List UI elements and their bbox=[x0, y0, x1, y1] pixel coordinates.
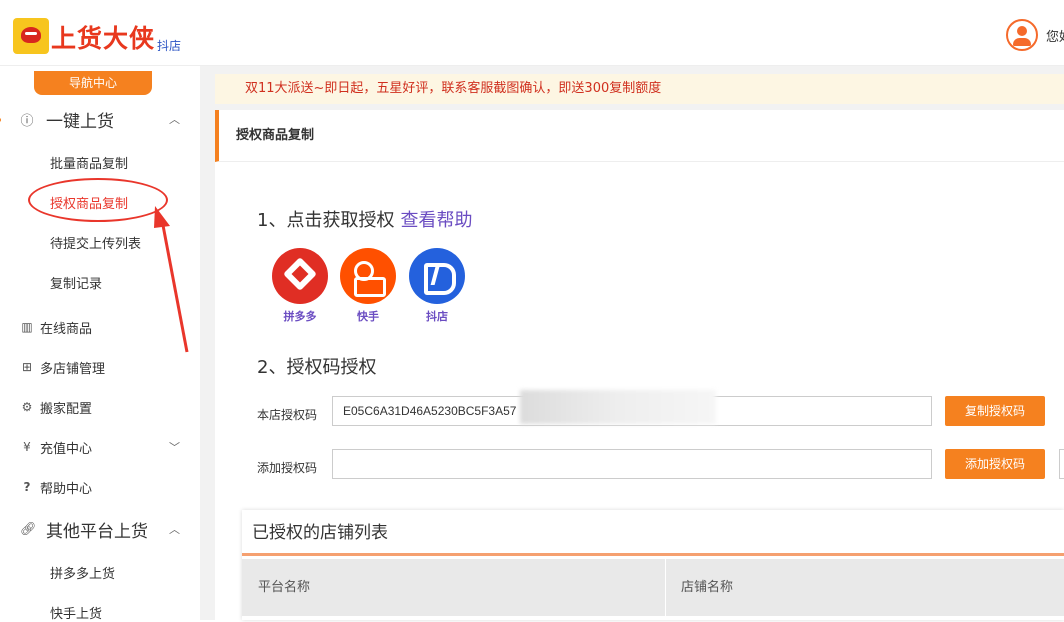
step1-heading: 1、点击获取授权 查看帮助 bbox=[257, 206, 472, 232]
column-header-platform: 平台名称 bbox=[258, 580, 311, 595]
pdd-logo-icon[interactable] bbox=[272, 248, 328, 304]
platform-label: 快手 bbox=[357, 310, 379, 323]
step1-title: 1、点击获取授权 bbox=[257, 210, 395, 231]
platform-doudian[interactable]: 抖店 bbox=[409, 248, 465, 324]
copy-code-button[interactable]: 复制授权码 bbox=[945, 396, 1045, 426]
column-header-shop: 店铺名称 bbox=[681, 580, 734, 595]
platform-kuaishou[interactable]: 快手 bbox=[340, 248, 396, 324]
shop-list-title: 已授权的店铺列表 bbox=[242, 510, 1064, 556]
help-link[interactable]: 查看帮助 bbox=[400, 210, 472, 231]
panel-title: 授权商品复制 bbox=[215, 110, 1064, 162]
store-code-label: 本店授权码 bbox=[257, 408, 318, 422]
blurred-code-mask bbox=[520, 390, 716, 424]
add-code-label: 添加授权码 bbox=[257, 461, 318, 475]
extra-button[interactable] bbox=[1059, 449, 1064, 479]
user-greeting: 您好 bbox=[1046, 29, 1064, 45]
user-menu[interactable]: 您好 bbox=[1006, 19, 1064, 51]
add-code-button[interactable]: 添加授权码 bbox=[945, 449, 1045, 479]
platform-label: 抖店 bbox=[426, 310, 448, 323]
step2-title: 2、授权码授权 bbox=[257, 357, 377, 378]
annotation-arrow-icon bbox=[154, 206, 189, 353]
user-avatar-icon[interactable] bbox=[1006, 19, 1038, 51]
platform-label: 拼多多 bbox=[283, 310, 317, 323]
platform-pdd[interactable]: 拼多多 bbox=[272, 248, 328, 324]
kuaishou-logo-icon[interactable] bbox=[340, 248, 396, 304]
authorized-shop-list: 已授权的店铺列表 平台名称 店铺名称 bbox=[242, 510, 1064, 620]
add-code-input[interactable] bbox=[332, 449, 932, 479]
doudian-logo-icon[interactable] bbox=[409, 248, 465, 304]
table-header-row: 平台名称 店铺名称 bbox=[242, 559, 1064, 616]
promo-notice: 双11大派送~即日起，五星好评，联系客服截图确认，即送300复制额度 bbox=[215, 74, 1064, 104]
